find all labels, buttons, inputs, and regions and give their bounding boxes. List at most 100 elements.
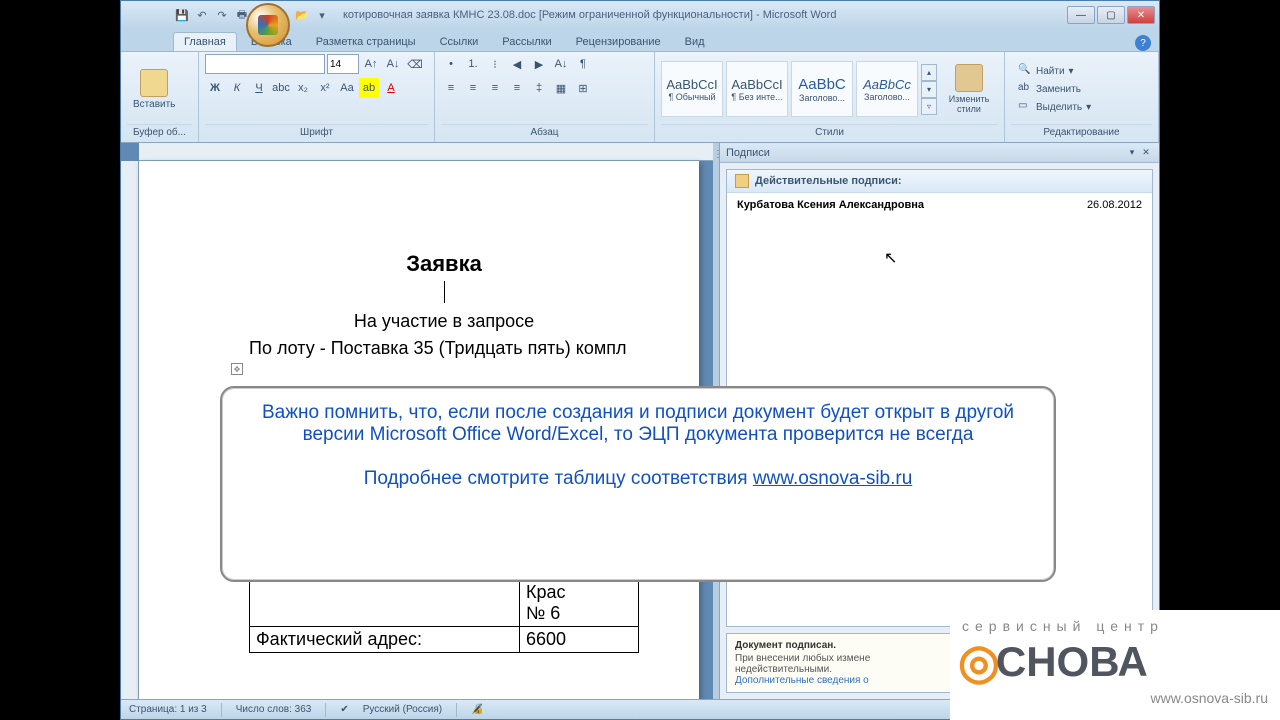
change-styles-icon — [955, 64, 983, 92]
close-button[interactable]: ✕ — [1127, 6, 1155, 24]
horizontal-ruler[interactable] — [139, 143, 713, 161]
qat-open-icon[interactable]: 📂 — [293, 6, 311, 24]
underline-button[interactable]: Ч — [249, 78, 269, 98]
style-scroll-down[interactable]: ▾ — [921, 81, 937, 98]
style-heading2[interactable]: AaBbCc Заголово... — [856, 61, 918, 117]
multilevel-button[interactable]: ⁝ — [485, 54, 505, 74]
shrink-font-icon[interactable]: A↓ — [383, 54, 403, 74]
style-expand[interactable]: ▿ — [921, 98, 937, 115]
separator — [221, 703, 222, 717]
tab-view[interactable]: Вид — [675, 33, 715, 51]
group-font-label: Шрифт — [205, 124, 428, 140]
change-styles-button[interactable]: Изменить стили — [940, 60, 998, 118]
minimize-button[interactable]: — — [1067, 6, 1095, 24]
justify-button[interactable]: ≡ — [507, 78, 527, 98]
increase-indent-button[interactable]: ▶ — [529, 54, 549, 74]
cell-left — [250, 580, 520, 626]
group-clipboard-label: Буфер об... — [127, 124, 192, 140]
clear-format-icon[interactable]: ⌫ — [405, 54, 425, 74]
logo-mark-icon: ◎ — [958, 634, 1000, 690]
tab-references[interactable]: Ссылки — [430, 33, 489, 51]
style-preview: AaBbC — [798, 76, 846, 93]
status-page[interactable]: Страница: 1 из 3 — [129, 704, 207, 715]
window-controls: — ▢ ✕ — [1067, 6, 1155, 24]
group-paragraph-label: Абзац — [441, 124, 648, 140]
tab-review[interactable]: Рецензирование — [566, 33, 671, 51]
style-scroll-up[interactable]: ▴ — [921, 64, 937, 81]
qat-save-icon[interactable]: 💾 — [173, 6, 191, 24]
callout-link[interactable]: www.osnova-sib.ru — [753, 468, 912, 489]
sort-button[interactable]: A↓ — [551, 54, 571, 74]
style-gallery-nav: ▴ ▾ ▿ — [921, 64, 937, 115]
italic-button[interactable]: К — [227, 78, 247, 98]
font-name-combo[interactable] — [205, 54, 325, 74]
signature-entry[interactable]: Курбатова Ксения Александровна 26.08.201… — [727, 193, 1152, 217]
doc-lot-line: По лоту - Поставка 35 (Тридцать пять) ко… — [249, 338, 639, 359]
subscript-button[interactable]: x₂ — [293, 78, 313, 98]
group-styles: AaBbCcI ¶ Обычный AaBbCcI ¶ Без инте... … — [655, 52, 1005, 142]
status-language[interactable]: Русский (Россия) — [363, 704, 442, 715]
table-anchor-icon[interactable]: ✥ — [231, 363, 243, 375]
align-left-button[interactable]: ≡ — [441, 78, 461, 98]
font-color-button[interactable]: A — [381, 78, 401, 98]
borders-button[interactable]: ⊞ — [573, 78, 593, 98]
pane-menu-icon[interactable]: ▾ — [1125, 146, 1139, 160]
group-font: A↑ A↓ ⌫ Ж К Ч abc x₂ x² Aa ab A Шрифт — [199, 52, 435, 142]
align-right-button[interactable]: ≡ — [485, 78, 505, 98]
certificate-icon — [735, 174, 749, 188]
pane-close-icon[interactable]: ✕ — [1139, 146, 1153, 160]
select-button[interactable]: ▭Выделить ▾ — [1015, 99, 1094, 115]
style-preview: AaBbCcI — [666, 77, 717, 92]
font-size-combo[interactable] — [327, 54, 359, 74]
paste-button[interactable]: Вставить — [127, 65, 181, 114]
superscript-button[interactable]: x² — [315, 78, 335, 98]
signatures-title: Подписи — [726, 147, 770, 159]
vertical-ruler[interactable] — [121, 161, 139, 699]
grow-font-icon[interactable]: A↑ — [361, 54, 381, 74]
qat-dropdown-icon[interactable]: ▾ — [313, 6, 331, 24]
qat-undo-icon[interactable]: ↶ — [193, 6, 211, 24]
highlight-button[interactable]: ab — [359, 78, 379, 98]
valid-signatures-header: Действительные подписи: — [727, 170, 1152, 193]
group-paragraph: • 1. ⁝ ◀ ▶ A↓ ¶ ≡ ≡ ≡ ≡ ‡ ▦ ⊞ — [435, 52, 655, 142]
cell-right: 6600 — [520, 627, 572, 652]
select-icon: ▭ — [1018, 100, 1032, 114]
show-marks-button[interactable]: ¶ — [573, 54, 593, 74]
style-normal[interactable]: AaBbCcI ¶ Обычный — [661, 61, 723, 117]
signature-status-icon[interactable]: 🔏 — [471, 704, 483, 715]
tab-mailings[interactable]: Рассылки — [492, 33, 561, 51]
paste-label: Вставить — [133, 99, 175, 110]
change-case-button[interactable]: Aa — [337, 78, 357, 98]
shading-button[interactable]: ▦ — [551, 78, 571, 98]
style-heading1[interactable]: AaBbC Заголово... — [791, 61, 853, 117]
bold-button[interactable]: Ж — [205, 78, 225, 98]
align-center-button[interactable]: ≡ — [463, 78, 483, 98]
separator — [325, 703, 326, 717]
logo-url: www.osnova-sib.ru — [962, 690, 1268, 706]
tab-layout[interactable]: Разметка страницы — [306, 33, 426, 51]
decrease-indent-button[interactable]: ◀ — [507, 54, 527, 74]
style-name: ¶ Обычный — [668, 92, 715, 102]
callout-text: Важно помнить, что, если после создания … — [246, 402, 1030, 446]
bullets-button[interactable]: • — [441, 54, 461, 74]
status-wordcount[interactable]: Число слов: 363 — [236, 704, 312, 715]
line-spacing-button[interactable]: ‡ — [529, 78, 549, 98]
proofing-icon[interactable]: ✔ — [340, 704, 348, 715]
signatures-header: Подписи ▾ ✕ — [720, 143, 1159, 163]
replace-icon: ab — [1018, 82, 1032, 96]
tab-home[interactable]: Главная — [173, 32, 237, 51]
signer-name: Курбатова Ксения Александровна — [737, 199, 1087, 211]
help-icon[interactable]: ? — [1135, 35, 1151, 51]
office-button[interactable] — [246, 3, 290, 47]
style-no-spacing[interactable]: AaBbCcI ¶ Без инте... — [726, 61, 788, 117]
info-callout: Важно помнить, что, если после создания … — [220, 386, 1056, 582]
doc-heading: Заявка — [249, 251, 639, 277]
strike-button[interactable]: abc — [271, 78, 291, 98]
maximize-button[interactable]: ▢ — [1097, 6, 1125, 24]
qat-redo-icon[interactable]: ↷ — [213, 6, 231, 24]
replace-button[interactable]: abЗаменить — [1015, 81, 1094, 97]
numbering-button[interactable]: 1. — [463, 54, 483, 74]
find-button[interactable]: 🔍Найти ▾ — [1015, 63, 1094, 79]
group-editing-label: Редактирование — [1011, 124, 1152, 140]
logo-brand: ◎ СНОВА — [962, 634, 1268, 690]
